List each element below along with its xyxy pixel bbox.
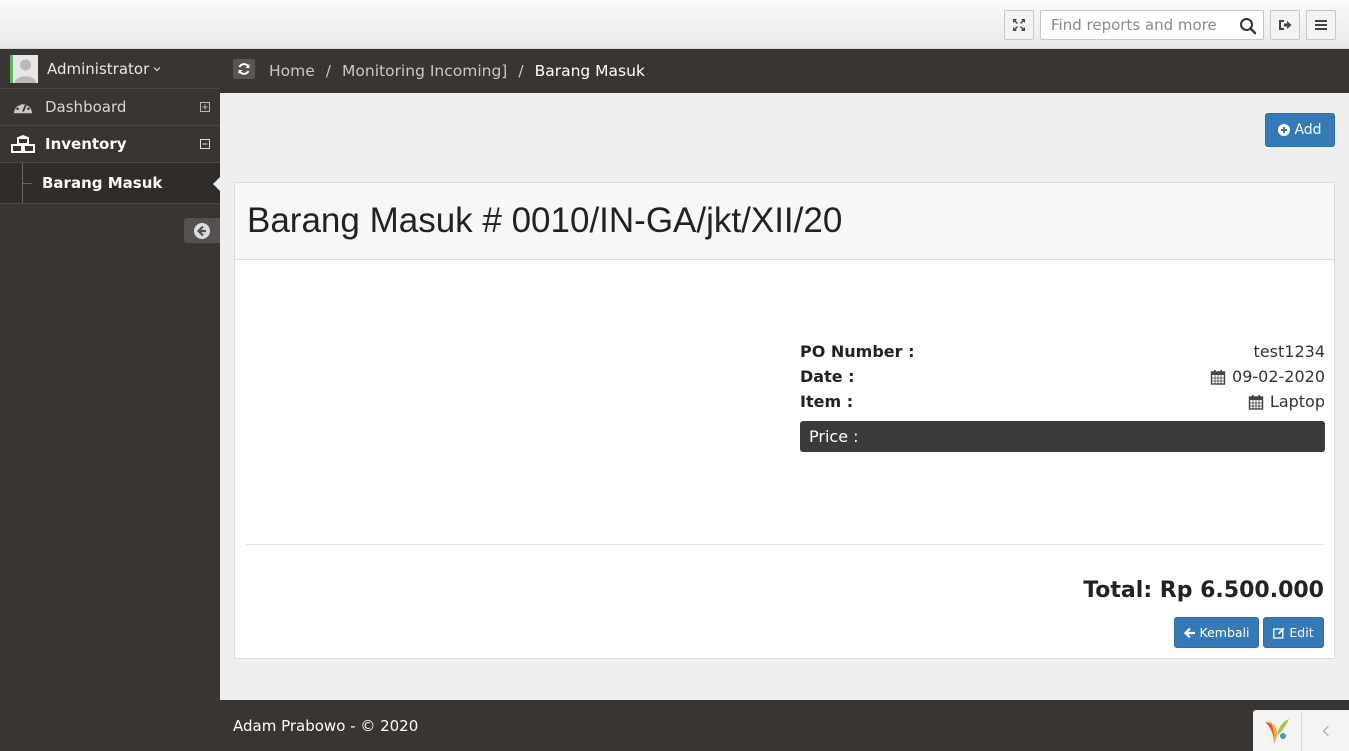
date-value: 09-02-2020 [1210, 367, 1325, 386]
plus-square-icon[interactable] [200, 102, 210, 112]
calendar-icon [1210, 369, 1226, 385]
detail-panel: Barang Masuk # 0010/IN-GA/jkt/XII/20 PO … [234, 182, 1335, 659]
chevron-left-icon [1322, 725, 1329, 736]
sidebar-item-label: Inventory [45, 135, 127, 153]
po-number-value: test1234 [1254, 342, 1325, 361]
edit-button[interactable]: Edit [1263, 617, 1324, 648]
avatar [10, 54, 38, 83]
sidebar: Administrator Dashboard Inventory Barang… [0, 49, 220, 751]
yii-debug-button[interactable] [1253, 710, 1301, 751]
refresh-icon [238, 63, 250, 75]
sidebar-item-inventory[interactable]: Inventory [0, 126, 220, 163]
edit-button-label: Edit [1289, 625, 1314, 640]
date-label: Date : [800, 367, 855, 386]
item-value: Laptop [1248, 392, 1325, 411]
debug-toggle-button[interactable] [1301, 710, 1349, 751]
calendar-icon [1248, 394, 1264, 410]
user-avatar-icon [15, 59, 36, 83]
total-amount: Total: Rp 6.500.000 [1083, 578, 1324, 603]
yii-logo-icon [1265, 718, 1289, 744]
refresh-button[interactable] [233, 59, 255, 79]
breadcrumb-separator: / [518, 62, 524, 80]
footer-copyright: Adam Prabowo - © 2020 [233, 717, 419, 735]
sidebar-subitem-barang-masuk[interactable]: Barang Masuk [0, 163, 220, 204]
fullscreen-button[interactable] [1004, 10, 1034, 40]
active-pointer [213, 177, 220, 191]
item-label: Item : [800, 392, 854, 411]
search-input[interactable] [1041, 11, 1231, 39]
add-button[interactable]: Add [1265, 113, 1335, 147]
breadcrumb-bar: Home / Monitoring Incoming] / Barang Mas… [220, 49, 1349, 93]
add-button-label: Add [1294, 122, 1322, 138]
chevron-down-icon [153, 66, 161, 71]
user-name[interactable]: Administrator [47, 60, 149, 78]
minus-square-icon[interactable] [200, 139, 210, 149]
sidebar-item-dashboard[interactable]: Dashboard [0, 89, 220, 126]
top-bar [0, 0, 1349, 49]
footer: Adam Prabowo - © 2020 [220, 700, 1349, 751]
arrow-circle-left-icon [194, 222, 210, 239]
search-icon[interactable] [1239, 17, 1257, 35]
breadcrumb-separator: / [325, 62, 332, 80]
item-row: Item : Laptop [800, 389, 1325, 414]
menu-button[interactable] [1306, 10, 1336, 40]
breadcrumb: Home / Monitoring Incoming] / Barang Mas… [269, 62, 645, 80]
breadcrumb-parent[interactable]: Monitoring Incoming] [342, 62, 507, 80]
price-bar: Price : [800, 421, 1325, 452]
plus-circle-icon [1278, 124, 1291, 136]
price-label: Price : [809, 427, 859, 446]
date-row: Date : 09-02-2020 [800, 364, 1325, 389]
po-number-row: PO Number : test1234 [800, 339, 1325, 364]
item-text: Laptop [1269, 392, 1325, 411]
logout-button[interactable] [1270, 10, 1300, 40]
arrow-left-icon [1183, 627, 1195, 638]
back-button-label: Kembali [1199, 625, 1250, 640]
menu-icon [1315, 20, 1327, 30]
po-number-text: test1234 [1253, 342, 1325, 361]
breadcrumb-current: Barang Masuk [534, 62, 645, 80]
po-number-label: PO Number : [800, 342, 915, 361]
panel-header: Barang Masuk # 0010/IN-GA/jkt/XII/20 [235, 183, 1334, 260]
dashboard-icon [11, 97, 35, 117]
sidebar-collapse-button[interactable] [184, 218, 220, 243]
search-box[interactable] [1040, 10, 1264, 40]
detail-list: PO Number : test1234 Date : 09-02-2020 I… [800, 339, 1325, 452]
cubes-icon [11, 134, 35, 154]
page-title: Barang Masuk # 0010/IN-GA/jkt/XII/20 [247, 201, 843, 240]
divider [246, 544, 1324, 545]
logout-icon [1279, 20, 1292, 30]
fullscreen-icon [1013, 19, 1025, 31]
user-menu[interactable]: Administrator [0, 49, 220, 89]
date-text: 09-02-2020 [1232, 367, 1325, 386]
back-button[interactable]: Kembali [1174, 617, 1259, 648]
edit-icon [1273, 627, 1285, 639]
sidebar-item-label: Dashboard [45, 98, 127, 116]
sidebar-subitem-label: Barang Masuk [42, 174, 163, 192]
breadcrumb-home[interactable]: Home [269, 62, 315, 80]
